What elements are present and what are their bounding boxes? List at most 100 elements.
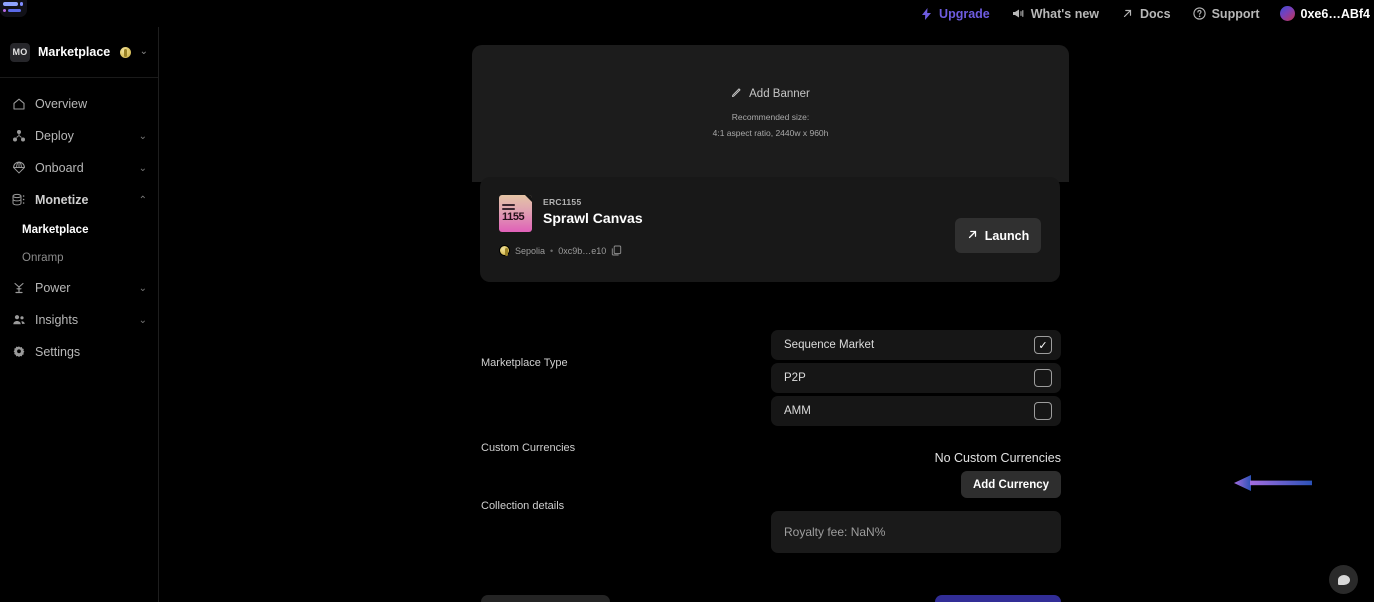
chat-bubble-icon [1338, 575, 1350, 585]
marketplace-type-p2p[interactable]: P2P [771, 363, 1061, 393]
parachute-icon [11, 161, 26, 176]
collection-meta: ERC1155 Sprawl Canvas [543, 195, 643, 226]
erc1155-token-icon: 1155 [499, 195, 532, 232]
banner-recommended-value: 4:1 aspect ratio, 2440w x 960h [713, 125, 829, 141]
workspace-name: Marketplace… [38, 45, 111, 59]
coins-icon [11, 193, 26, 208]
option-label: P2P [784, 372, 806, 384]
sidebar-item-label: Overview [35, 97, 147, 111]
logo-bar [8, 9, 21, 12]
sepolia-network-icon [499, 245, 510, 256]
sidebar-item-label: Power [35, 281, 139, 295]
add-currency-button[interactable]: Add Currency [961, 471, 1061, 498]
option-label: Sequence Market [784, 339, 874, 351]
megaphone-icon [1012, 7, 1025, 20]
remove-collection-button[interactable]: Remove Collection [481, 595, 610, 602]
sidebar-item-settings[interactable]: Settings [0, 336, 158, 368]
collection-details-label: Collection details [481, 500, 564, 512]
app-root: Upgrade What's new Docs Support 0xe6…ABf… [0, 0, 1374, 602]
topbar-upgrade[interactable]: Upgrade [920, 7, 990, 21]
chevron-up-icon: ⌃ [139, 195, 147, 206]
no-custom-currencies-text: No Custom Currencies [771, 451, 1061, 465]
marketplace-type-label: Marketplace Type [481, 357, 568, 369]
topbar-support[interactable]: Support [1193, 7, 1260, 21]
sidebar: MO Marketplace… ⌄ Overview Deploy ⌄ [0, 27, 159, 602]
marketplace-type-amm[interactable]: AMM [771, 396, 1061, 426]
logo-dot [20, 2, 23, 5]
deploy-icon [11, 129, 26, 144]
logo-dot [3, 9, 6, 12]
sidebar-item-onboard[interactable]: Onboard ⌄ [0, 152, 158, 184]
collection-card: 1155 ERC1155 Sprawl Canvas Sepolia • 0xc… [480, 177, 1060, 282]
checkbox-sequence-market[interactable]: ✓ [1034, 336, 1052, 354]
sidebar-item-label: Settings [35, 345, 147, 359]
topbar-whats-new[interactable]: What's new [1012, 7, 1099, 21]
question-circle-icon [1193, 7, 1206, 20]
wallet-address: 0xe6…ABf4 [1301, 7, 1370, 21]
workspace-selector[interactable]: MO Marketplace… ⌄ [0, 27, 158, 78]
sidebar-item-power[interactable]: Power ⌄ [0, 272, 158, 304]
topbar-upgrade-label: Upgrade [939, 7, 990, 21]
banner-recommended-label: Recommended size: [732, 109, 809, 125]
workspace-badge: MO [10, 43, 30, 62]
chat-support-button[interactable] [1329, 565, 1358, 594]
sidebar-nav: Overview Deploy ⌄ Onboard ⌄ [0, 78, 158, 368]
add-banner-label: Add Banner [749, 88, 810, 100]
erc-icon-number: 1155 [502, 212, 532, 223]
network-name: Sepolia [515, 246, 545, 256]
sidebar-item-insights[interactable]: Insights ⌄ [0, 304, 158, 336]
copy-icon[interactable] [611, 245, 622, 256]
arrow-up-right-icon [967, 229, 978, 243]
sidebar-item-overview[interactable]: Overview [0, 88, 158, 120]
app-logo-icon[interactable] [0, 0, 27, 17]
chevron-down-icon: ⌄ [139, 163, 147, 174]
erc-icon-line [502, 204, 515, 206]
chevron-down-icon: ⌄ [139, 131, 147, 142]
update-collection-button[interactable]: Update Collection [935, 595, 1061, 602]
topbar-docs[interactable]: Docs [1121, 7, 1171, 21]
pencil-icon [731, 87, 742, 101]
add-banner-dropzone[interactable]: Add Banner Recommended size: 4:1 aspect … [472, 45, 1069, 182]
add-banner-cta[interactable]: Add Banner [731, 87, 810, 101]
separator-dot: • [550, 246, 553, 256]
topbar-support-label: Support [1212, 7, 1260, 21]
bolt-icon [920, 7, 933, 20]
logo-row [3, 9, 24, 12]
checkbox-p2p[interactable] [1034, 369, 1052, 387]
royalty-fee-field[interactable]: Royalty fee: NaN% [771, 511, 1061, 553]
marketplace-type-sequence-market[interactable]: Sequence Market ✓ [771, 330, 1061, 360]
sidebar-item-marketplace[interactable]: Marketplace [0, 216, 158, 244]
people-icon [11, 313, 26, 328]
collection-name: Sprawl Canvas [543, 210, 643, 226]
wallet-menu[interactable]: 0xe6…ABf4 [1280, 6, 1370, 21]
chevron-down-icon: ⌄ [140, 47, 148, 57]
launch-button[interactable]: Launch [955, 218, 1041, 253]
logo-row [3, 2, 24, 5]
top-bar: Upgrade What's new Docs Support 0xe6…ABf… [0, 0, 1374, 27]
network-coin-icon [119, 46, 132, 59]
launch-button-label: Launch [985, 229, 1029, 243]
chevron-down-icon: ⌄ [139, 315, 147, 326]
sidebar-item-label: Insights [35, 313, 139, 327]
sidebar-item-monetize[interactable]: Monetize ⌃ [0, 184, 158, 216]
topbar-whats-new-label: What's new [1031, 7, 1099, 21]
left-arrow-annotation [1234, 474, 1312, 497]
arrow-up-right-icon [1121, 7, 1134, 20]
checkbox-amm[interactable] [1034, 402, 1052, 420]
custom-currencies-label: Custom Currencies [481, 442, 575, 454]
erc-icon-line [502, 208, 515, 210]
home-icon [11, 97, 26, 112]
sidebar-item-label: Deploy [35, 129, 139, 143]
avatar [1280, 6, 1295, 21]
sidebar-item-label: Monetize [35, 193, 139, 207]
sidebar-item-deploy[interactable]: Deploy ⌄ [0, 120, 158, 152]
main-content: Add Banner Recommended size: 4:1 aspect … [159, 27, 1374, 602]
gear-icon [11, 345, 26, 360]
power-icon [11, 281, 26, 296]
sidebar-item-onramp[interactable]: Onramp [0, 244, 158, 272]
topbar-docs-label: Docs [1140, 7, 1171, 21]
sidebar-subitem-label: Marketplace [22, 224, 88, 236]
erc-icon-lines [502, 204, 532, 211]
logo-bar [3, 2, 18, 5]
option-label: AMM [784, 405, 811, 417]
